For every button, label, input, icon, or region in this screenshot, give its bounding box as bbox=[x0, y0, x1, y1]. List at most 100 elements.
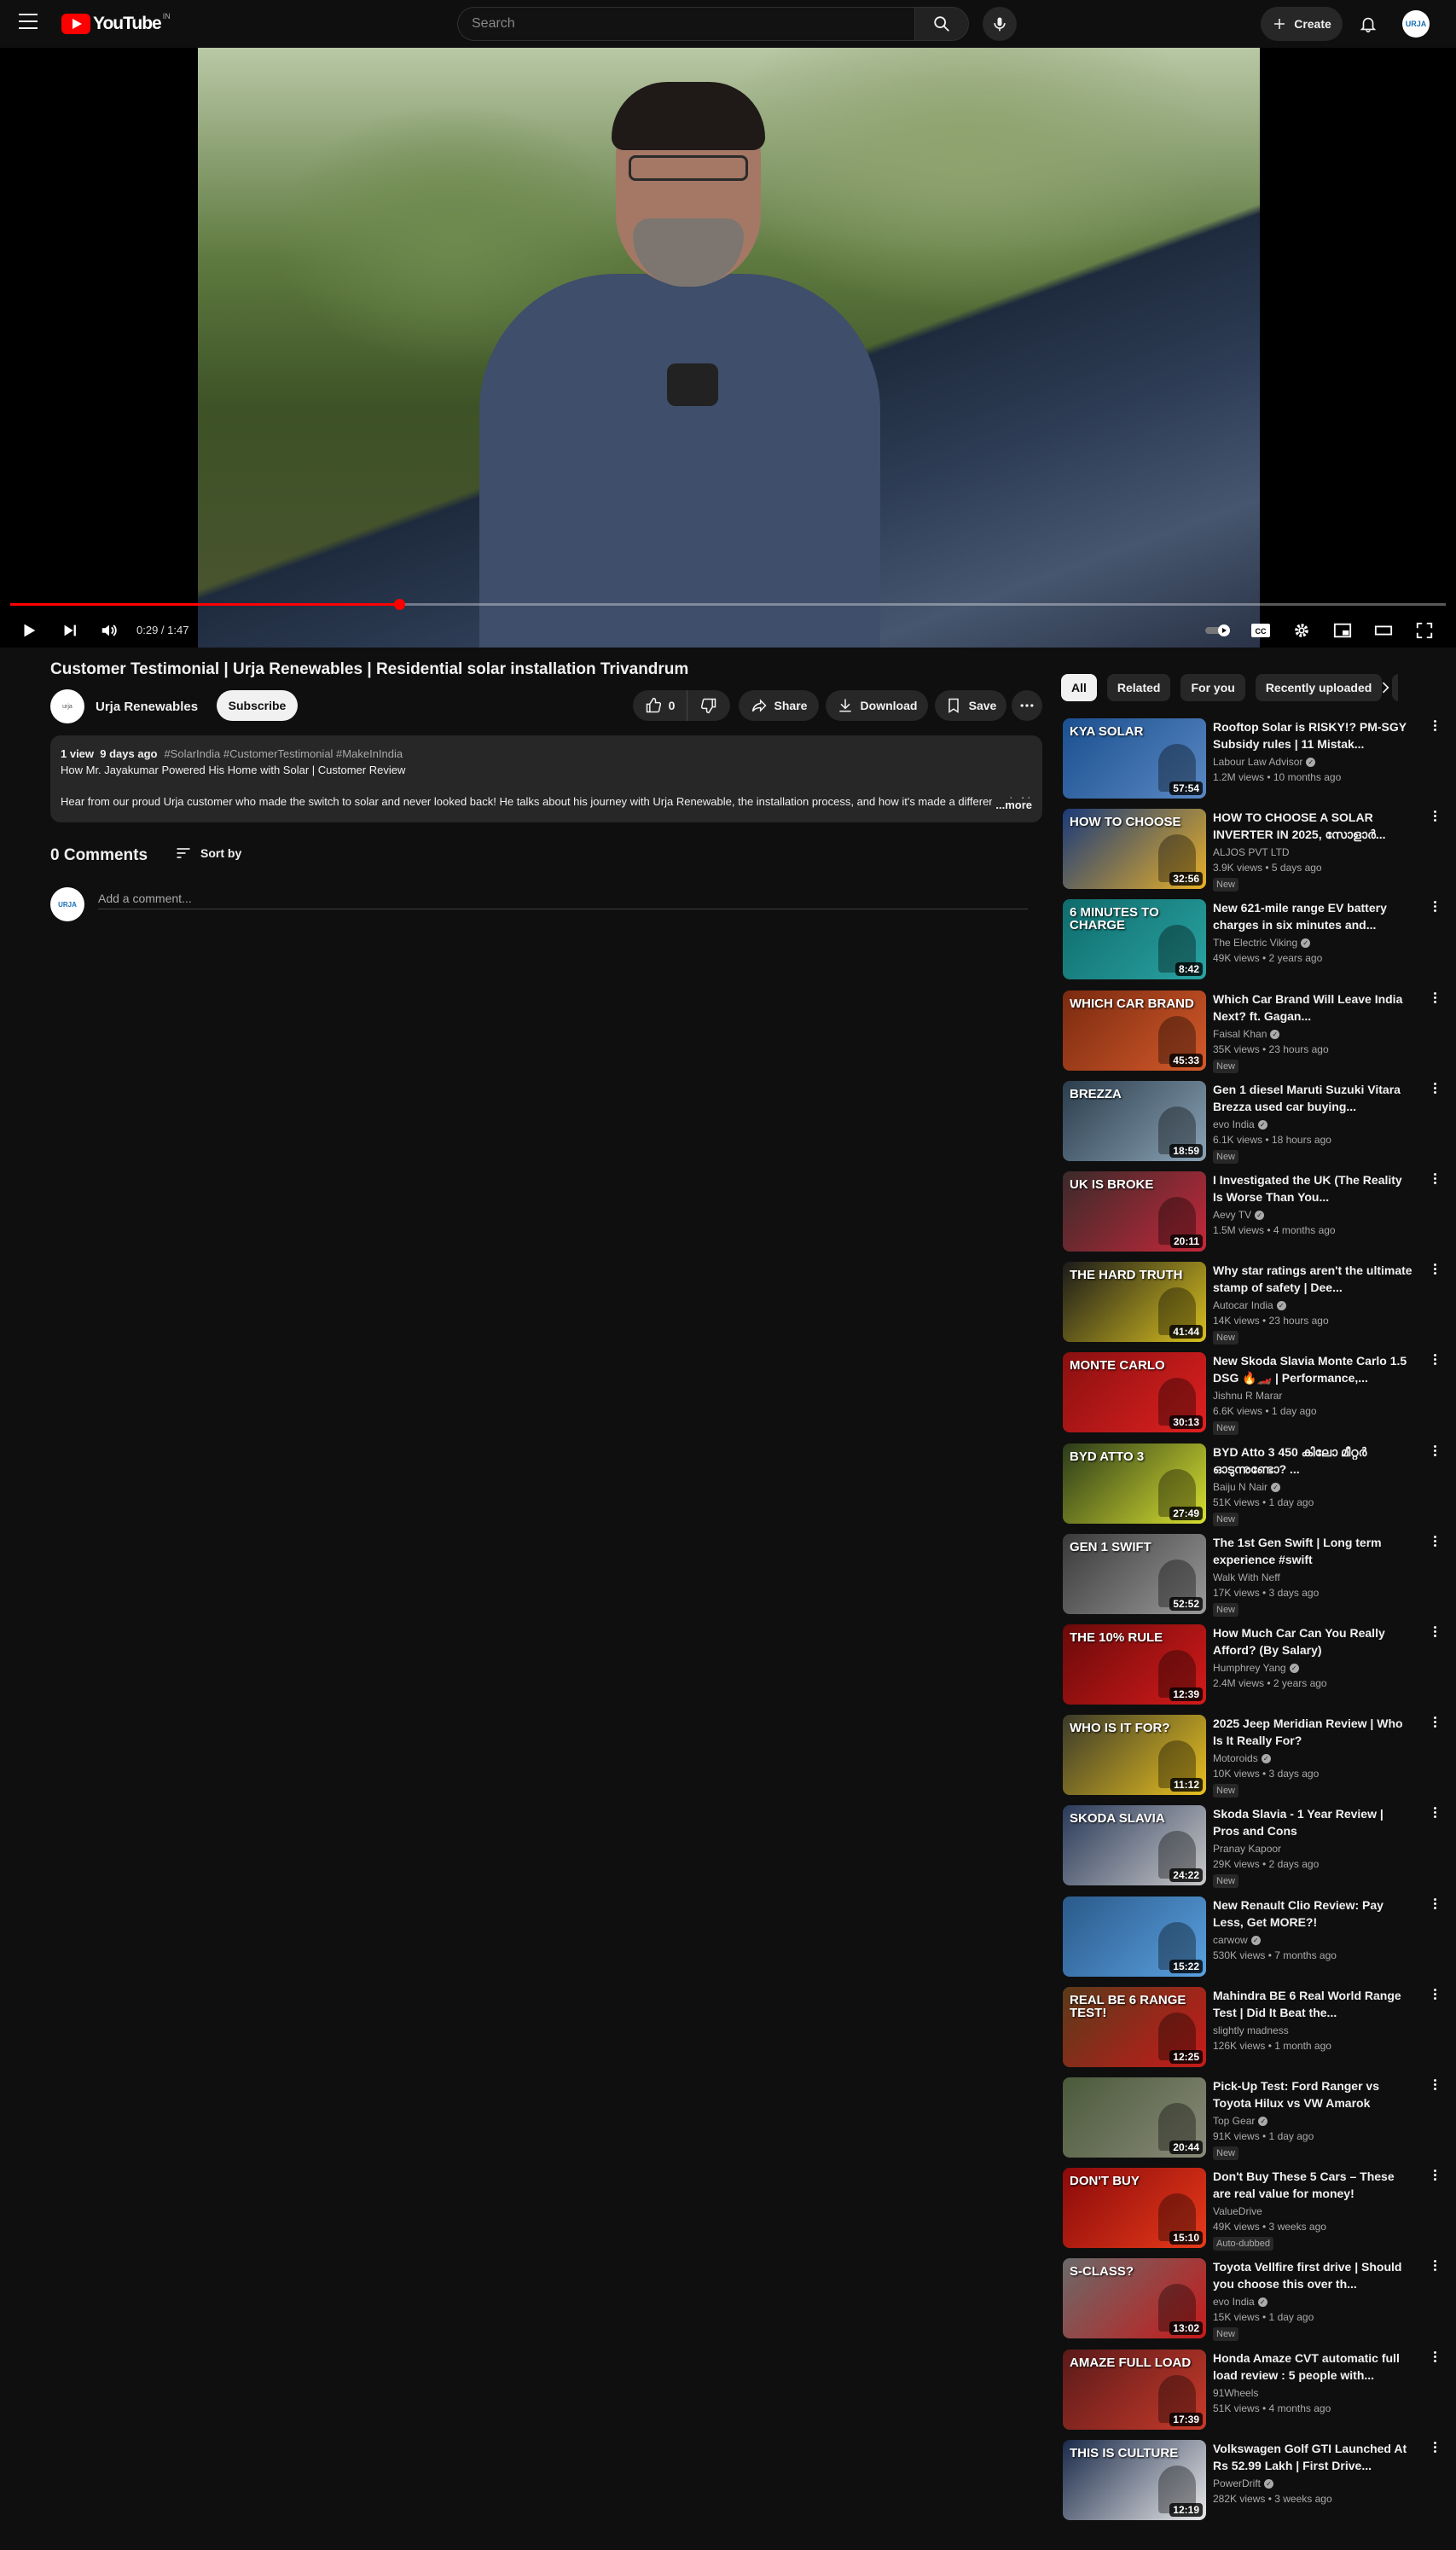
chip-related[interactable]: Related bbox=[1106, 674, 1171, 701]
video-title[interactable]: Skoda Slavia - 1 Year Review | Pros and … bbox=[1213, 1805, 1412, 1839]
video-title[interactable]: Gen 1 diesel Maruti Suzuki Vitara Brezza… bbox=[1213, 1081, 1412, 1115]
more-vertical-icon[interactable] bbox=[1426, 1987, 1443, 2004]
channel-name[interactable]: Urja Renewables bbox=[96, 700, 198, 714]
description-box[interactable]: 1 view 9 days ago #SolarIndia #CustomerTe… bbox=[50, 735, 1042, 822]
create-button[interactable]: Create bbox=[1261, 7, 1343, 41]
video-title[interactable]: Which Car Brand Will Leave India Next? f… bbox=[1213, 990, 1412, 1025]
recommended-video[interactable]: THIS IS CULTURE 12:19 Volkswagen Golf GTI … bbox=[1063, 2440, 1443, 2525]
more-vertical-icon[interactable] bbox=[1426, 1624, 1443, 1641]
save-button[interactable]: Save bbox=[935, 690, 1006, 721]
channel-name[interactable]: evo India ✓ bbox=[1213, 2294, 1412, 2309]
menu-icon[interactable] bbox=[19, 14, 38, 31]
chip-recently-uploaded[interactable]: Recently uploaded bbox=[1255, 674, 1383, 701]
video-thumbnail[interactable]: KYA SOLAR 57:54 bbox=[1063, 718, 1206, 799]
video-thumbnail[interactable]: S-CLASS? 13:02 bbox=[1063, 2258, 1206, 2338]
recommended-video[interactable]: BYD ATTO 3 27:49 BYD Atto 3 450 കിലോ മീറ്റ… bbox=[1063, 1443, 1443, 1529]
recommended-video[interactable]: THE 10% RULE 12:39 How Much Car Can You Re… bbox=[1063, 1624, 1443, 1710]
description-more-button[interactable]: ...more bbox=[992, 799, 1032, 811]
video-frame[interactable] bbox=[198, 48, 1260, 648]
theater-mode-button[interactable] bbox=[1368, 615, 1399, 646]
recommended-video[interactable]: KYA SOLAR 57:54 Rooftop Solar is RISKY!? P… bbox=[1063, 718, 1443, 804]
recommended-video[interactable]: GEN 1 SWIFT 52:52 The 1st Gen Swift | Long… bbox=[1063, 1534, 1443, 1619]
chips-next-button[interactable] bbox=[1372, 674, 1399, 701]
video-title[interactable]: Why star ratings aren't the ultimate sta… bbox=[1213, 1262, 1412, 1296]
recommended-video[interactable]: MONTE CARLO 30:13 New Skoda Slavia Monte C… bbox=[1063, 1352, 1443, 1438]
autoplay-toggle[interactable] bbox=[1202, 615, 1236, 646]
video-thumbnail[interactable]: SKODA SLAVIA 24:22 bbox=[1063, 1805, 1206, 1885]
video-thumbnail[interactable]: BYD ATTO 3 27:49 bbox=[1063, 1443, 1206, 1524]
more-vertical-icon[interactable] bbox=[1426, 2168, 1443, 2185]
more-vertical-icon[interactable] bbox=[1426, 1715, 1443, 1732]
dislike-button[interactable] bbox=[687, 690, 730, 721]
video-title[interactable]: New Skoda Slavia Monte Carlo 1.5 DSG 🔥🏎️… bbox=[1213, 1352, 1412, 1386]
video-title[interactable]: How Much Car Can You Really Afford? (By … bbox=[1213, 1624, 1412, 1658]
video-title[interactable]: Pick-Up Test: Ford Ranger vs Toyota Hilu… bbox=[1213, 2077, 1412, 2111]
video-title[interactable]: I Investigated the UK (The Reality Is Wo… bbox=[1213, 1171, 1412, 1205]
channel-name[interactable]: Top Gear ✓ bbox=[1213, 2113, 1412, 2129]
video-title[interactable]: Honda Amaze CVT automatic full load revi… bbox=[1213, 2350, 1412, 2384]
channel-name[interactable]: evo India ✓ bbox=[1213, 1117, 1412, 1132]
video-thumbnail[interactable]: UK IS BROKE 20:11 bbox=[1063, 1171, 1206, 1252]
video-thumbnail[interactable]: WHICH CAR BRAND 45:33 bbox=[1063, 990, 1206, 1071]
fullscreen-button[interactable] bbox=[1409, 615, 1440, 646]
video-title[interactable]: 2025 Jeep Meridian Review | Who Is It Re… bbox=[1213, 1715, 1412, 1749]
recommended-video[interactable]: WHICH CAR BRAND 45:33 Which Car Brand Will… bbox=[1063, 990, 1443, 1076]
more-vertical-icon[interactable] bbox=[1426, 1262, 1443, 1279]
more-vertical-icon[interactable] bbox=[1426, 1534, 1443, 1551]
channel-name[interactable]: slightly madness bbox=[1213, 2023, 1412, 2038]
channel-name[interactable]: Walk With Neff bbox=[1213, 1570, 1412, 1585]
video-title[interactable]: Volkswagen Golf GTI Launched At Rs 52.99… bbox=[1213, 2440, 1412, 2474]
subscribe-button[interactable]: Subscribe bbox=[217, 690, 298, 721]
video-thumbnail[interactable]: 20:44 bbox=[1063, 2077, 1206, 2158]
video-player[interactable]: 0:29 / 1:47 CC bbox=[0, 48, 1456, 648]
video-thumbnail[interactable]: AMAZE FULL LOAD 17:39 bbox=[1063, 2350, 1206, 2430]
recommended-video[interactable]: THE HARD TRUTH 41:44 Why star ratings aren… bbox=[1063, 1262, 1443, 1347]
channel-name[interactable]: carwow ✓ bbox=[1213, 1932, 1412, 1948]
recommended-video[interactable]: WHO IS IT FOR? 11:12 2025 Jeep Meridian Re… bbox=[1063, 1715, 1443, 1800]
more-vertical-icon[interactable] bbox=[1426, 1805, 1443, 1822]
channel-name[interactable]: Humphrey Yang ✓ bbox=[1213, 1660, 1412, 1676]
channel-name[interactable]: Labour Law Advisor ✓ bbox=[1213, 754, 1412, 770]
video-title[interactable]: The 1st Gen Swift | Long term experience… bbox=[1213, 1534, 1412, 1568]
search-input[interactable] bbox=[457, 7, 914, 41]
add-comment-input[interactable] bbox=[98, 887, 1028, 909]
video-title[interactable]: Don't Buy These 5 Cars – These are real … bbox=[1213, 2168, 1412, 2202]
more-vertical-icon[interactable] bbox=[1426, 899, 1443, 916]
channel-name[interactable]: 91Wheels bbox=[1213, 2385, 1412, 2401]
more-vertical-icon[interactable] bbox=[1426, 2350, 1443, 2367]
more-vertical-icon[interactable] bbox=[1426, 1171, 1443, 1188]
recommended-video[interactable]: 20:44 Pick-Up Test: Ford Ranger vs Toyota… bbox=[1063, 2077, 1443, 2163]
video-title[interactable]: Toyota Vellfire first drive | Should you… bbox=[1213, 2258, 1412, 2292]
channel-name[interactable]: The Electric Viking ✓ bbox=[1213, 935, 1412, 950]
channel-avatar[interactable]: urja bbox=[50, 689, 84, 723]
recommended-video[interactable]: DON'T BUY 15:10 Don't Buy These 5 Cars – T… bbox=[1063, 2168, 1443, 2253]
settings-button[interactable] bbox=[1286, 615, 1317, 646]
channel-name[interactable]: Faisal Khan ✓ bbox=[1213, 1026, 1412, 1042]
channel-name[interactable]: PowerDrift ✓ bbox=[1213, 2476, 1412, 2491]
video-thumbnail[interactable]: THIS IS CULTURE 12:19 bbox=[1063, 2440, 1206, 2520]
video-title[interactable]: New Renault Clio Review: Pay Less, Get M… bbox=[1213, 1897, 1412, 1931]
chip-all[interactable]: All bbox=[1061, 674, 1097, 701]
channel-name[interactable]: Pranay Kapoor bbox=[1213, 1841, 1412, 1856]
channel-name[interactable]: Jishnu R Marar bbox=[1213, 1388, 1412, 1403]
video-thumbnail[interactable]: HOW TO CHOOSE 32:56 bbox=[1063, 809, 1206, 889]
recommended-video[interactable]: BREZZA 18:59 Gen 1 diesel Maruti Suzuki Vi… bbox=[1063, 1081, 1443, 1166]
channel-name[interactable]: Aevy TV ✓ bbox=[1213, 1207, 1412, 1223]
more-vertical-icon[interactable] bbox=[1426, 718, 1443, 735]
channel-name[interactable]: Autocar India ✓ bbox=[1213, 1298, 1412, 1313]
recommended-video[interactable]: SKODA SLAVIA 24:22 Skoda Slavia - 1 Year R… bbox=[1063, 1805, 1443, 1891]
video-thumbnail[interactable]: REAL BE 6 RANGE TEST! 12:25 bbox=[1063, 1987, 1206, 2067]
sort-comments-button[interactable]: Sort by bbox=[175, 845, 241, 862]
video-title[interactable]: Mahindra BE 6 Real World Range Test | Di… bbox=[1213, 1987, 1412, 2021]
recommended-video[interactable]: REAL BE 6 RANGE TEST! 12:25 Mahindra BE 6 … bbox=[1063, 1987, 1443, 2072]
search-button[interactable] bbox=[914, 7, 969, 41]
more-vertical-icon[interactable] bbox=[1426, 2258, 1443, 2275]
youtube-logo[interactable]: YouTube IN bbox=[61, 12, 171, 34]
more-vertical-icon[interactable] bbox=[1426, 1443, 1443, 1461]
scrubber-handle[interactable] bbox=[394, 599, 406, 610]
video-thumbnail[interactable]: MONTE CARLO 30:13 bbox=[1063, 1352, 1206, 1432]
video-thumbnail[interactable]: THE HARD TRUTH 41:44 bbox=[1063, 1262, 1206, 1342]
video-title[interactable]: New 621-mile range EV battery charges in… bbox=[1213, 899, 1412, 933]
recommended-video[interactable]: 15:22 New Renault Clio Review: Pay Less, … bbox=[1063, 1897, 1443, 1982]
play-button[interactable] bbox=[14, 615, 44, 646]
